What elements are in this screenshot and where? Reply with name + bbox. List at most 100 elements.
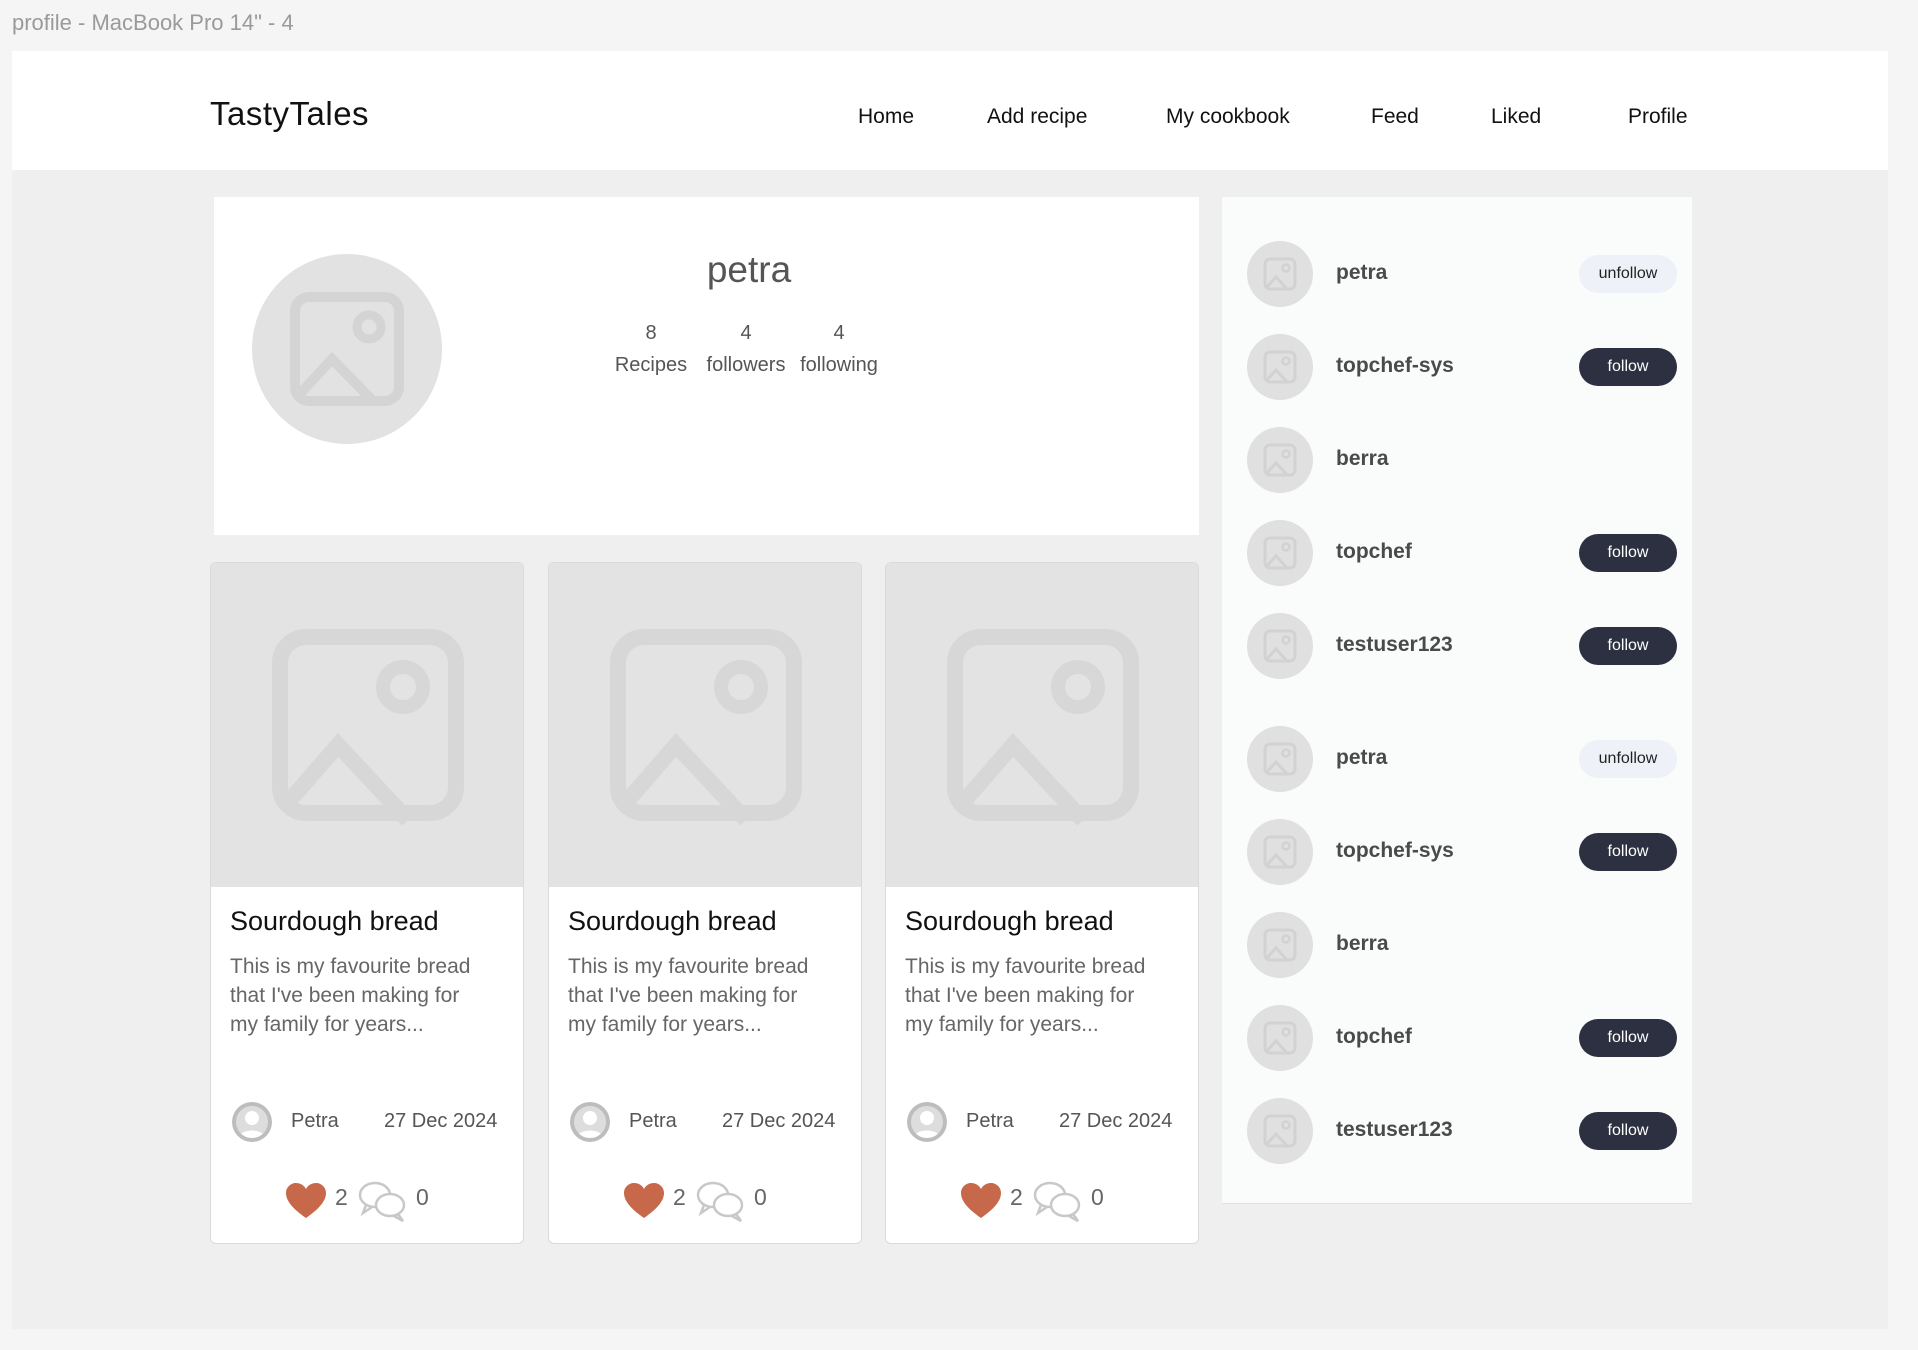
- recipe-description: This is my favourite bread that I've bee…: [230, 955, 471, 1036]
- user-avatar[interactable]: [1247, 427, 1313, 493]
- image-placeholder-icon: [1263, 350, 1297, 385]
- image-placeholder-icon: [1263, 928, 1297, 963]
- user-avatar[interactable]: [1247, 1005, 1313, 1071]
- recipe-description: This is my favourite bread that I've bee…: [568, 955, 809, 1036]
- user-list-item[interactable]: testuser123 follow: [1222, 613, 1692, 683]
- comment-icon[interactable]: [696, 1181, 746, 1223]
- comment-count: 0: [416, 1184, 429, 1210]
- image-placeholder-icon: [1263, 629, 1297, 664]
- user-list-item[interactable]: topchef follow: [1222, 520, 1692, 590]
- user-name[interactable]: testuser123: [1336, 1118, 1453, 1142]
- comment-count: 0: [754, 1184, 767, 1210]
- user-list-item[interactable]: testuser123 follow: [1222, 1098, 1692, 1168]
- user-list-item[interactable]: berra: [1222, 427, 1692, 497]
- user-list-item[interactable]: berra: [1222, 912, 1692, 982]
- nav-my-cookbook[interactable]: My cookbook: [1166, 105, 1290, 129]
- stat-followers[interactable]: 4 followers: [699, 317, 793, 381]
- user-name[interactable]: topchef-sys: [1336, 839, 1454, 863]
- nav-feed[interactable]: Feed: [1371, 105, 1419, 129]
- recipe-date: 27 Dec 2024: [1059, 1110, 1173, 1132]
- user-list-item[interactable]: petra unfollow: [1222, 726, 1692, 796]
- like-count: 2: [1010, 1184, 1023, 1210]
- user-avatar-icon[interactable]: [232, 1102, 272, 1142]
- user-avatar[interactable]: [1247, 819, 1313, 885]
- nav-liked[interactable]: Liked: [1491, 105, 1541, 129]
- stat-following[interactable]: 4 following: [792, 317, 886, 381]
- user-avatar[interactable]: [1247, 520, 1313, 586]
- user-avatar[interactable]: [1247, 1098, 1313, 1164]
- nav-add-recipe[interactable]: Add recipe: [987, 105, 1087, 129]
- recipe-author[interactable]: Petra: [966, 1110, 1014, 1133]
- recipe-description: This is my favourite bread that I've bee…: [905, 955, 1146, 1036]
- recipe-title[interactable]: Sourdough bread: [230, 906, 439, 937]
- recipe-date: 27 Dec 2024: [384, 1110, 498, 1132]
- follow-button[interactable]: follow: [1579, 627, 1677, 665]
- follow-button[interactable]: follow: [1579, 833, 1677, 871]
- recipe-date: 27 Dec 2024: [722, 1110, 836, 1132]
- unfollow-button[interactable]: unfollow: [1579, 740, 1677, 778]
- image-placeholder-icon: [1263, 1114, 1297, 1149]
- recipe-author[interactable]: Petra: [629, 1110, 677, 1133]
- heart-icon[interactable]: [285, 1182, 327, 1220]
- heart-icon[interactable]: [960, 1182, 1002, 1220]
- user-avatar-icon[interactable]: [907, 1102, 947, 1142]
- user-list-item[interactable]: topchef-sys follow: [1222, 334, 1692, 404]
- user-name[interactable]: petra: [1336, 261, 1387, 285]
- user-avatar[interactable]: [1247, 334, 1313, 400]
- stat-following-label: following: [800, 354, 878, 376]
- user-name[interactable]: topchef: [1336, 1025, 1412, 1049]
- frame-title: profile - MacBook Pro 14" - 4: [12, 10, 294, 35]
- image-placeholder-icon: [1263, 835, 1297, 870]
- recipe-image[interactable]: [549, 563, 861, 887]
- comment-icon[interactable]: [1033, 1181, 1083, 1223]
- recipe-card[interactable]: Sourdough bread This is my favourite bre…: [548, 562, 862, 1244]
- recipe-title[interactable]: Sourdough bread: [905, 906, 1114, 937]
- user-name[interactable]: petra: [1336, 746, 1387, 770]
- stat-recipes[interactable]: 8 Recipes: [604, 317, 698, 381]
- brand-logo[interactable]: TastyTales: [210, 95, 369, 133]
- user-avatar-icon[interactable]: [570, 1102, 610, 1142]
- user-name[interactable]: topchef-sys: [1336, 354, 1454, 378]
- profile-card: petra 8 Recipes 4 followers 4 following: [214, 197, 1199, 535]
- profile-username: petra: [706, 249, 792, 290]
- user-list-item[interactable]: topchef follow: [1222, 1005, 1692, 1075]
- image-placeholder-icon: [1263, 742, 1297, 777]
- unfollow-button[interactable]: unfollow: [1579, 255, 1677, 293]
- recipe-image[interactable]: [211, 563, 523, 887]
- nav-profile[interactable]: Profile: [1628, 105, 1688, 129]
- user-name[interactable]: topchef: [1336, 540, 1412, 564]
- like-count: 2: [673, 1184, 686, 1210]
- heart-icon[interactable]: [623, 1182, 665, 1220]
- user-avatar[interactable]: [1247, 241, 1313, 307]
- follow-button[interactable]: follow: [1579, 1112, 1677, 1150]
- image-placeholder-icon: [1263, 536, 1297, 571]
- user-list-item[interactable]: topchef-sys follow: [1222, 819, 1692, 889]
- user-avatar[interactable]: [1247, 912, 1313, 978]
- user-avatar[interactable]: [1247, 613, 1313, 679]
- recipe-image[interactable]: [886, 563, 1198, 887]
- comment-count: 0: [1091, 1184, 1104, 1210]
- followers-panel: petra unfollow topchef-sys follow berra …: [1222, 197, 1692, 1204]
- stat-following-count: 4: [833, 322, 845, 344]
- user-list-item[interactable]: petra unfollow: [1222, 241, 1692, 311]
- user-name[interactable]: testuser123: [1336, 633, 1453, 657]
- recipe-card[interactable]: Sourdough bread This is my favourite bre…: [885, 562, 1199, 1244]
- follow-button[interactable]: follow: [1579, 1019, 1677, 1057]
- recipe-title[interactable]: Sourdough bread: [568, 906, 777, 937]
- follow-button[interactable]: follow: [1579, 348, 1677, 386]
- stat-recipes-count: 8: [645, 322, 657, 344]
- image-placeholder-icon: [947, 629, 1139, 825]
- nav-home[interactable]: Home: [858, 105, 914, 129]
- image-placeholder-icon: [1263, 257, 1297, 292]
- recipe-author[interactable]: Petra: [291, 1110, 339, 1133]
- follow-button[interactable]: follow: [1579, 534, 1677, 572]
- user-avatar[interactable]: [1247, 726, 1313, 792]
- comment-icon[interactable]: [358, 1181, 408, 1223]
- stat-followers-label: followers: [706, 354, 786, 376]
- recipe-card[interactable]: Sourdough bread This is my favourite bre…: [210, 562, 524, 1244]
- user-name[interactable]: berra: [1336, 447, 1389, 471]
- like-count: 2: [335, 1184, 348, 1210]
- image-placeholder-icon: [1263, 443, 1297, 478]
- stat-followers-count: 4: [740, 322, 752, 344]
- user-name[interactable]: berra: [1336, 932, 1389, 956]
